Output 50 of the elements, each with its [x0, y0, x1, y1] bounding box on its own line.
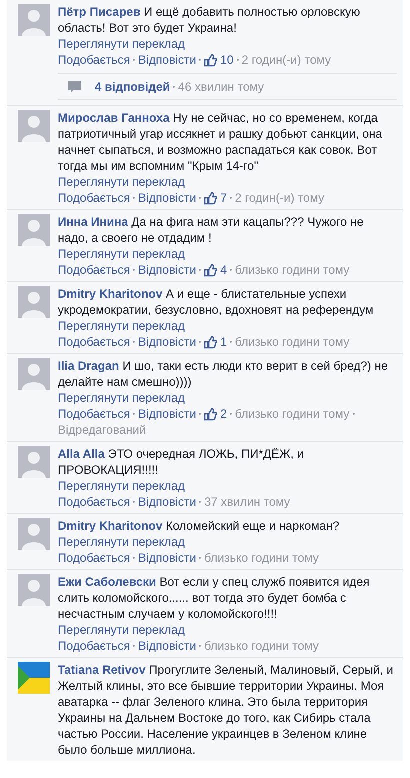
reply-link[interactable]: Відповісти	[138, 190, 196, 206]
edited-label: Відредагований	[58, 422, 146, 438]
like-link[interactable]: Подобається	[58, 406, 130, 422]
like-count[interactable]: 2	[220, 406, 228, 422]
timestamp: близько години тому	[204, 550, 319, 566]
like-link[interactable]: Подобається	[58, 550, 130, 566]
timestamp: 46 хвилин тому	[178, 78, 264, 94]
like-link[interactable]: Подобається	[58, 334, 130, 350]
like-count[interactable]: 4	[220, 262, 228, 278]
comment-text: Ilia Dragan И шо, таки есть люди кто верит в сей бред?) не делайте нам смешно))))	[58, 358, 390, 390]
timestamp: 37 хвилин тому	[204, 494, 290, 510]
like-link[interactable]: Подобається	[58, 638, 130, 654]
timestamp: близько години тому	[235, 262, 350, 278]
timestamp: близько години тому	[235, 406, 350, 422]
like-count[interactable]: 1	[220, 334, 228, 350]
translate-link[interactable]: Переглянути переклад	[58, 36, 186, 52]
reply-link[interactable]: Відповісти	[138, 334, 196, 350]
comment-text: Tatiana Retivov Прогуглите Зеленый, Малиновый, Серый, и Желтый клины, это все бывшие территории Украины. Моя аватарка -- флаг Зеленого клина. Это была территория Украины на Дальнем Востоке до того, как Сибирь стала частью России. Население украинцев в Зеленом клине было больше миллиона.	[58, 662, 394, 758]
reply-link[interactable]: Відповісти	[138, 638, 196, 654]
translate-link[interactable]: Переглянути переклад	[58, 318, 186, 334]
translate-link[interactable]: Переглянути переклад	[58, 246, 186, 262]
replies-count[interactable]: 4 відповідей	[95, 78, 170, 94]
comment-text: Alla Alla ЭТО очередная ЛОЖЬ, ПИ*ДЁЖ, и ПРОВОКАЦИЯ!!!!!	[58, 446, 305, 478]
comment-text: Пётр Писарев И ещё добавить полностью орловскую область! Вот это будет Украина!	[58, 4, 362, 36]
like-link[interactable]: Подобається	[58, 262, 130, 278]
replies-bar[interactable]: 4 відповідей 46 хвилин тому	[58, 73, 397, 100]
timestamp: близько години тому	[235, 334, 350, 350]
translate-link[interactable]: Переглянути переклад	[58, 478, 186, 494]
translate-link[interactable]: Переглянути переклад	[58, 174, 186, 190]
comment-text: Dmitry Kharitonov А и еще - блистательные успехи укродемократии, безусловно, вдохновят на референдум	[58, 286, 375, 318]
timestamp: 2 годин(-и) тому	[235, 190, 324, 206]
comment-text: Мирослав Ганноха Ну не сейчас, но со временем, когда патриотичный угар иссякнет и рашку добьют санкции, она начнет сыпаться, и возможно распадаться как совок. Вот тогда мы им вспомним "Крым 14-го"	[58, 110, 384, 174]
comment-text: Инна Инина Да на фига нам эти кацапы??? Чужого не надо, а своего не отдадим !	[58, 214, 365, 246]
translate-link[interactable]: Переглянути переклад	[58, 534, 186, 550]
timestamp: близько години тому	[204, 638, 319, 654]
translate-link[interactable]: Переглянути переклад	[58, 390, 186, 406]
reply-link[interactable]: Відповісти	[138, 406, 196, 422]
reply-link[interactable]: Відповісти	[138, 262, 196, 278]
reply-link[interactable]: Відповісти	[138, 52, 196, 68]
like-count[interactable]: 10	[220, 52, 234, 68]
translate-link[interactable]: Переглянути переклад	[58, 622, 186, 638]
reply-link[interactable]: Відповісти	[138, 550, 196, 566]
reply-link[interactable]: Відповісти	[138, 494, 196, 510]
like-link[interactable]: Подобається	[58, 494, 130, 510]
comment-text: Dmitry Kharitonov Коломейский еще и наркоман?	[58, 518, 341, 534]
timestamp: 2 годин(-и) тому	[242, 52, 332, 68]
like-link[interactable]: Подобається	[58, 190, 130, 206]
like-link[interactable]: Подобається	[58, 52, 130, 68]
like-count[interactable]: 7	[220, 190, 228, 206]
comment-text: Ежи Саболевски Вот если у спец служб появится идея слить коломойского...... вот тогда это будет бомба с несчастным случаем у коломойского!!!!	[58, 574, 371, 622]
